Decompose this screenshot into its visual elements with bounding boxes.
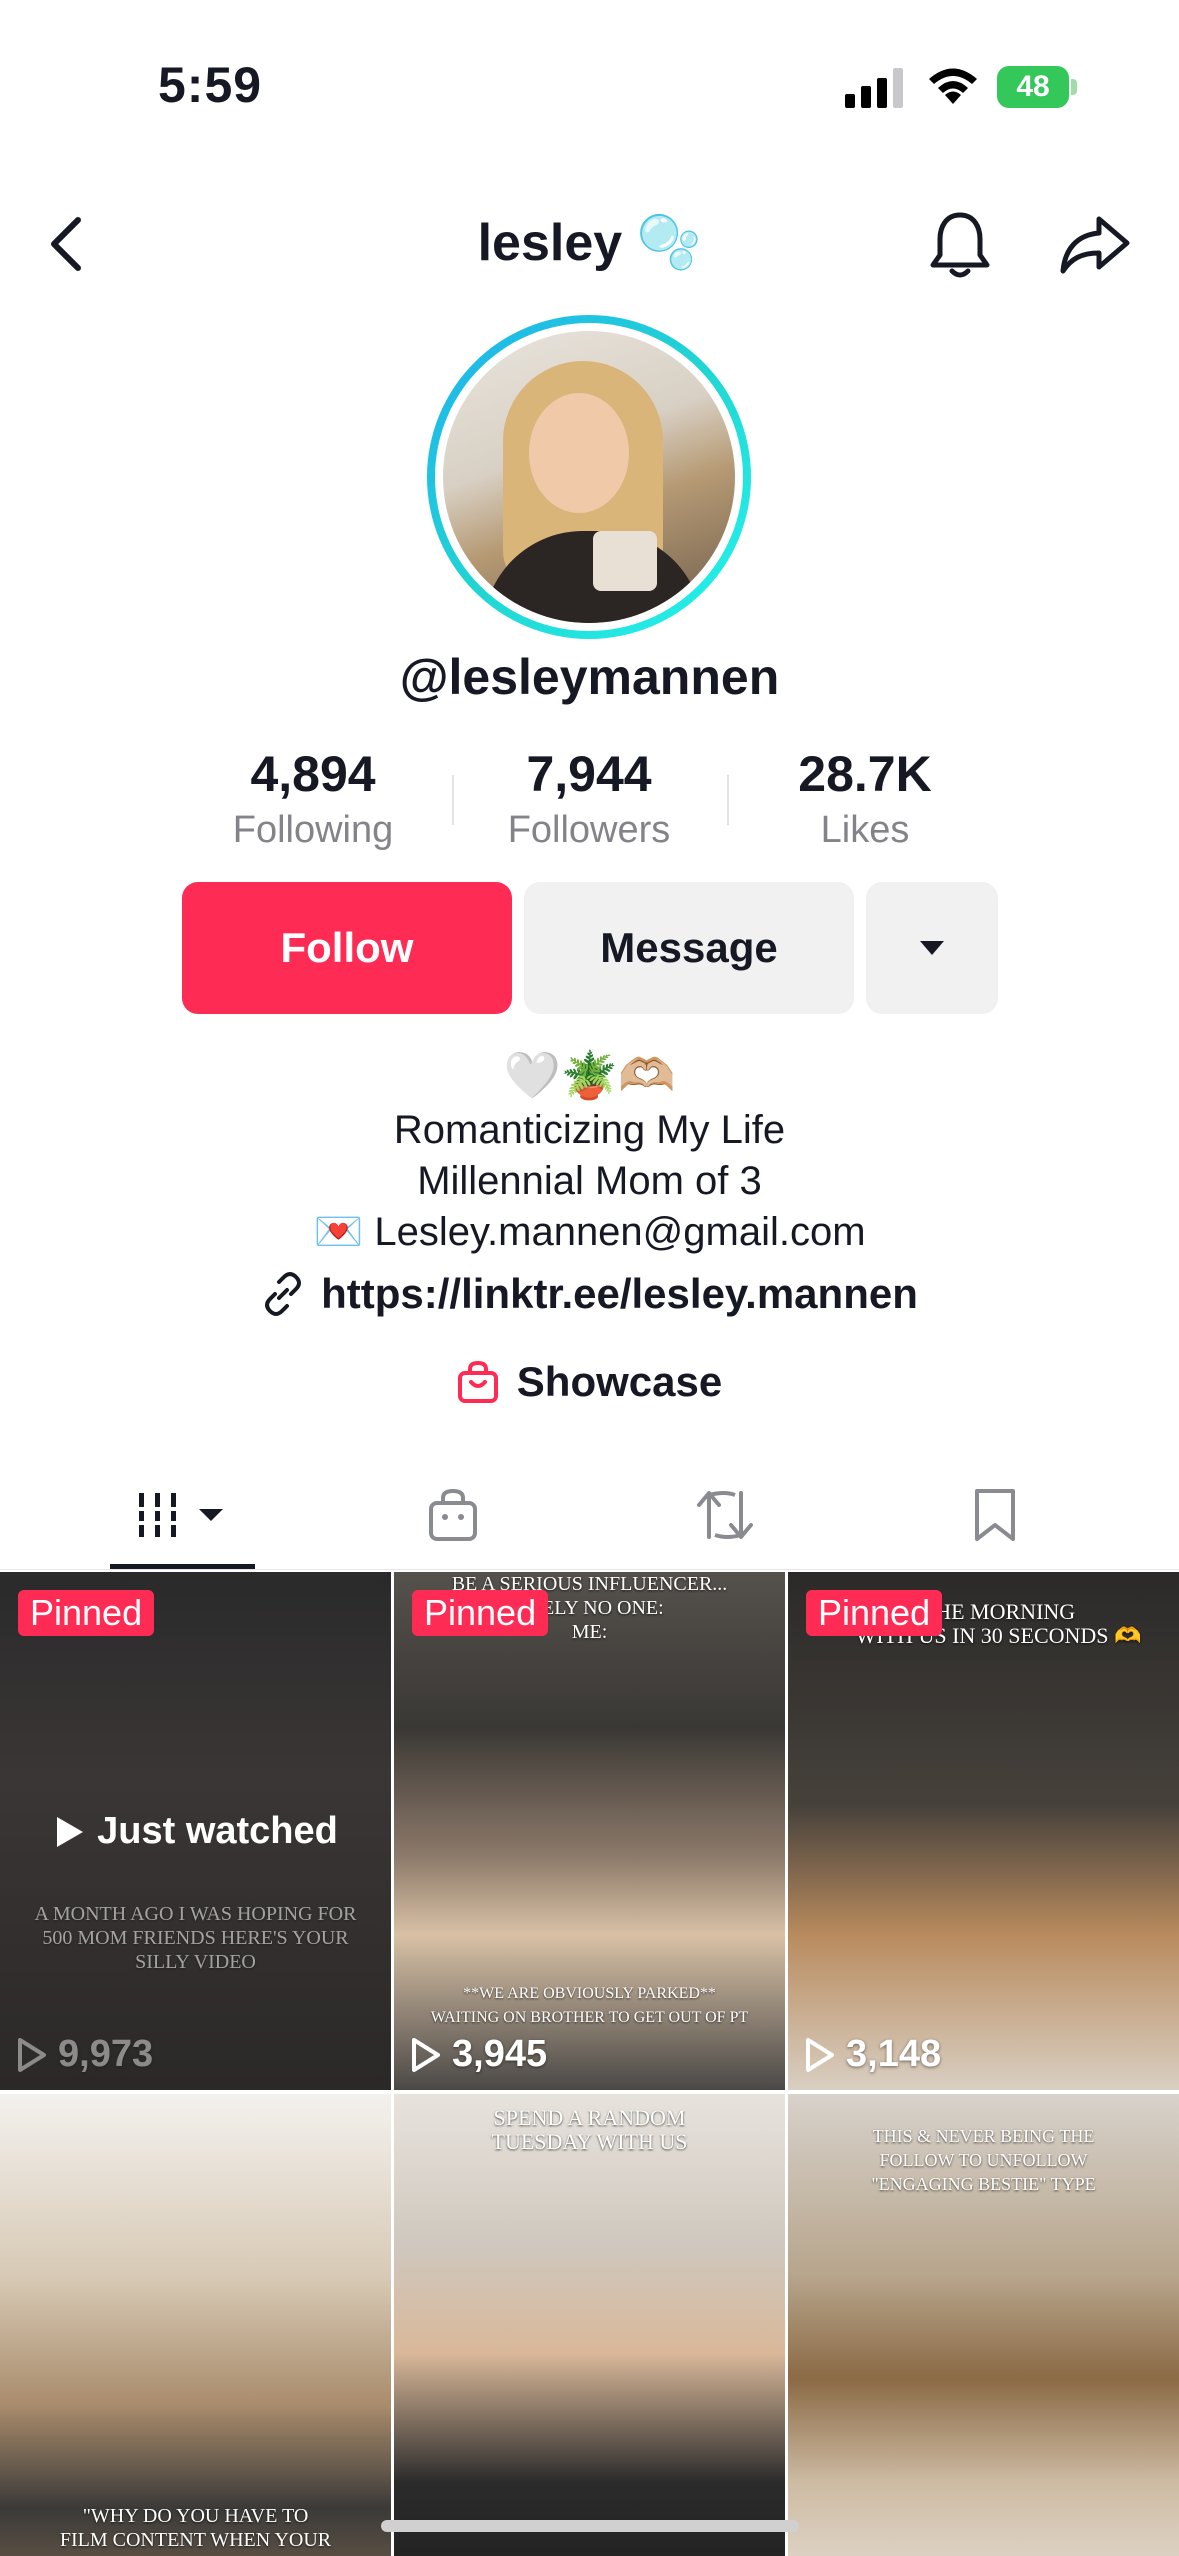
view-count-value: 9,973 — [58, 2033, 154, 2075]
video-thumbnail[interactable]: BE A SERIOUS INFLUENCER... UTELY NO ONE:… — [394, 1572, 785, 2090]
stat-value: 4,894 — [250, 746, 376, 802]
active-tab-indicator — [110, 1564, 255, 1569]
view-count-value: 3,148 — [846, 2033, 942, 2075]
play-outline-icon — [18, 2037, 46, 2072]
video-thumbnail[interactable]: SPEND A RANDOM TUESDAY WITH US — [394, 2094, 785, 2556]
share-button[interactable] — [1050, 204, 1140, 284]
pinned-badge: Pinned — [412, 1590, 549, 1636]
suggested-accounts-button[interactable] — [866, 882, 998, 1014]
video-caption-overlay: "WHY DO YOU HAVE TO FILM CONTENT WHEN YO… — [59, 2505, 332, 2551]
pinned-badge: Pinned — [806, 1590, 943, 1636]
stat-label: Likes — [820, 809, 910, 851]
status-bar: 5:59 48 — [0, 0, 1179, 170]
bookmark-icon — [975, 1489, 1015, 1541]
showcase-label: Showcase — [516, 1358, 723, 1405]
stat-value: 7,944 — [526, 746, 652, 802]
profile-title: lesley 🫧 — [477, 214, 702, 272]
battery-icon: 48 — [997, 66, 1077, 108]
video-grid: Pinned Just watched A MONTH AGO I WAS HO… — [0, 1572, 1179, 2556]
username-handle: @lesleymannen — [399, 649, 780, 705]
stat-likes[interactable]: 28.7K Likes — [745, 745, 985, 852]
shopping-bag-icon — [457, 1360, 498, 1403]
video-caption-overlay: **WE ARE OBVIOUSLY PARKED** WAITING ON B… — [430, 1985, 749, 2026]
notifications-button[interactable] — [920, 204, 1000, 284]
tab-videos[interactable] — [50, 1460, 320, 1570]
stat-label: Followers — [507, 809, 671, 851]
profile-header: lesley 🫧 — [0, 190, 1179, 300]
view-count: 3,945 — [410, 2033, 547, 2076]
play-outline-icon — [806, 2037, 834, 2072]
showcase-link[interactable]: Showcase — [0, 1358, 1179, 1406]
video-caption-overlay: SPEND A RANDOM TUESDAY WITH US — [491, 2105, 688, 2154]
share-arrow-icon — [1060, 216, 1130, 274]
stat-followers[interactable]: 7,944 Followers — [469, 745, 709, 852]
video-thumbnail[interactable]: Pinned Just watched A MONTH AGO I WAS HO… — [0, 1572, 391, 2090]
grid-columns-icon — [135, 1493, 223, 1537]
battery-level: 48 — [997, 66, 1069, 108]
just-watched-text: Just watched — [97, 1810, 338, 1852]
bio-line: Millennial Mom of 3 — [417, 1159, 762, 1203]
video-caption-overlay: A MONTH AGO I WAS HOPING FOR 500 MOM FRI… — [34, 1903, 357, 1973]
bio-email: 💌 Lesley.mannen@gmail.com — [313, 1210, 866, 1254]
repost-icon — [697, 1491, 753, 1539]
view-count: 9,973 — [16, 2033, 153, 2076]
avatar — [443, 331, 735, 623]
pinned-badge: Pinned — [18, 1590, 155, 1636]
view-count: 3,148 — [804, 2033, 941, 2076]
stat-following[interactable]: 4,894 Following — [193, 745, 433, 852]
bio-line: Romanticizing My Life — [393, 1108, 786, 1152]
tab-shop[interactable] — [318, 1460, 588, 1570]
profile-stats: 4,894 Following 7,944 Followers 28.7K Li… — [0, 745, 1179, 865]
follow-button[interactable]: Follow — [182, 882, 512, 1014]
avatar-ring[interactable] — [427, 315, 751, 639]
link-url: https://linktr.ee/lesley.mannen — [321, 1270, 918, 1317]
video-thumbnail[interactable]: THIS & NEVER BEING THE FOLLOW TO UNFOLLO… — [788, 2094, 1179, 2556]
video-caption-overlay: THIS & NEVER BEING THE FOLLOW TO UNFOLLO… — [871, 2126, 1096, 2194]
home-indicator[interactable] — [381, 2520, 799, 2532]
wifi-icon — [929, 68, 977, 104]
tab-favorites[interactable] — [860, 1460, 1130, 1570]
profile-bio: 🤍🪴🫶🏼 Romanticizing My Life Millennial Mo… — [0, 1045, 1179, 1258]
status-time: 5:59 — [158, 57, 263, 113]
stat-value: 28.7K — [798, 746, 932, 802]
link-icon — [265, 1272, 302, 1316]
video-thumbnail[interactable]: "WHY DO YOU HAVE TO FILM CONTENT WHEN YO… — [0, 2094, 391, 2556]
stat-label: Following — [232, 809, 394, 851]
shopping-bag-icon — [429, 1488, 477, 1541]
message-button[interactable]: Message — [524, 882, 854, 1014]
tab-reposts[interactable] — [590, 1460, 860, 1570]
cellular-signal-icon — [845, 68, 903, 108]
bell-icon — [930, 212, 990, 278]
caret-down-icon — [920, 941, 944, 955]
play-outline-icon — [412, 2037, 440, 2072]
just-watched-label: Just watched — [0, 1810, 391, 1853]
bio-emojis: 🤍🪴🫶🏼 — [503, 1049, 676, 1101]
view-count-value: 3,945 — [452, 2033, 548, 2075]
play-icon — [57, 1816, 84, 1847]
video-thumbnail[interactable]: THE MORNING WITH US IN 30 SECONDS 🫶 Pinn… — [788, 1572, 1179, 2090]
profile-tabs — [0, 1460, 1179, 1570]
profile-link[interactable]: https://linktr.ee/lesley.mannen — [0, 1270, 1179, 1318]
